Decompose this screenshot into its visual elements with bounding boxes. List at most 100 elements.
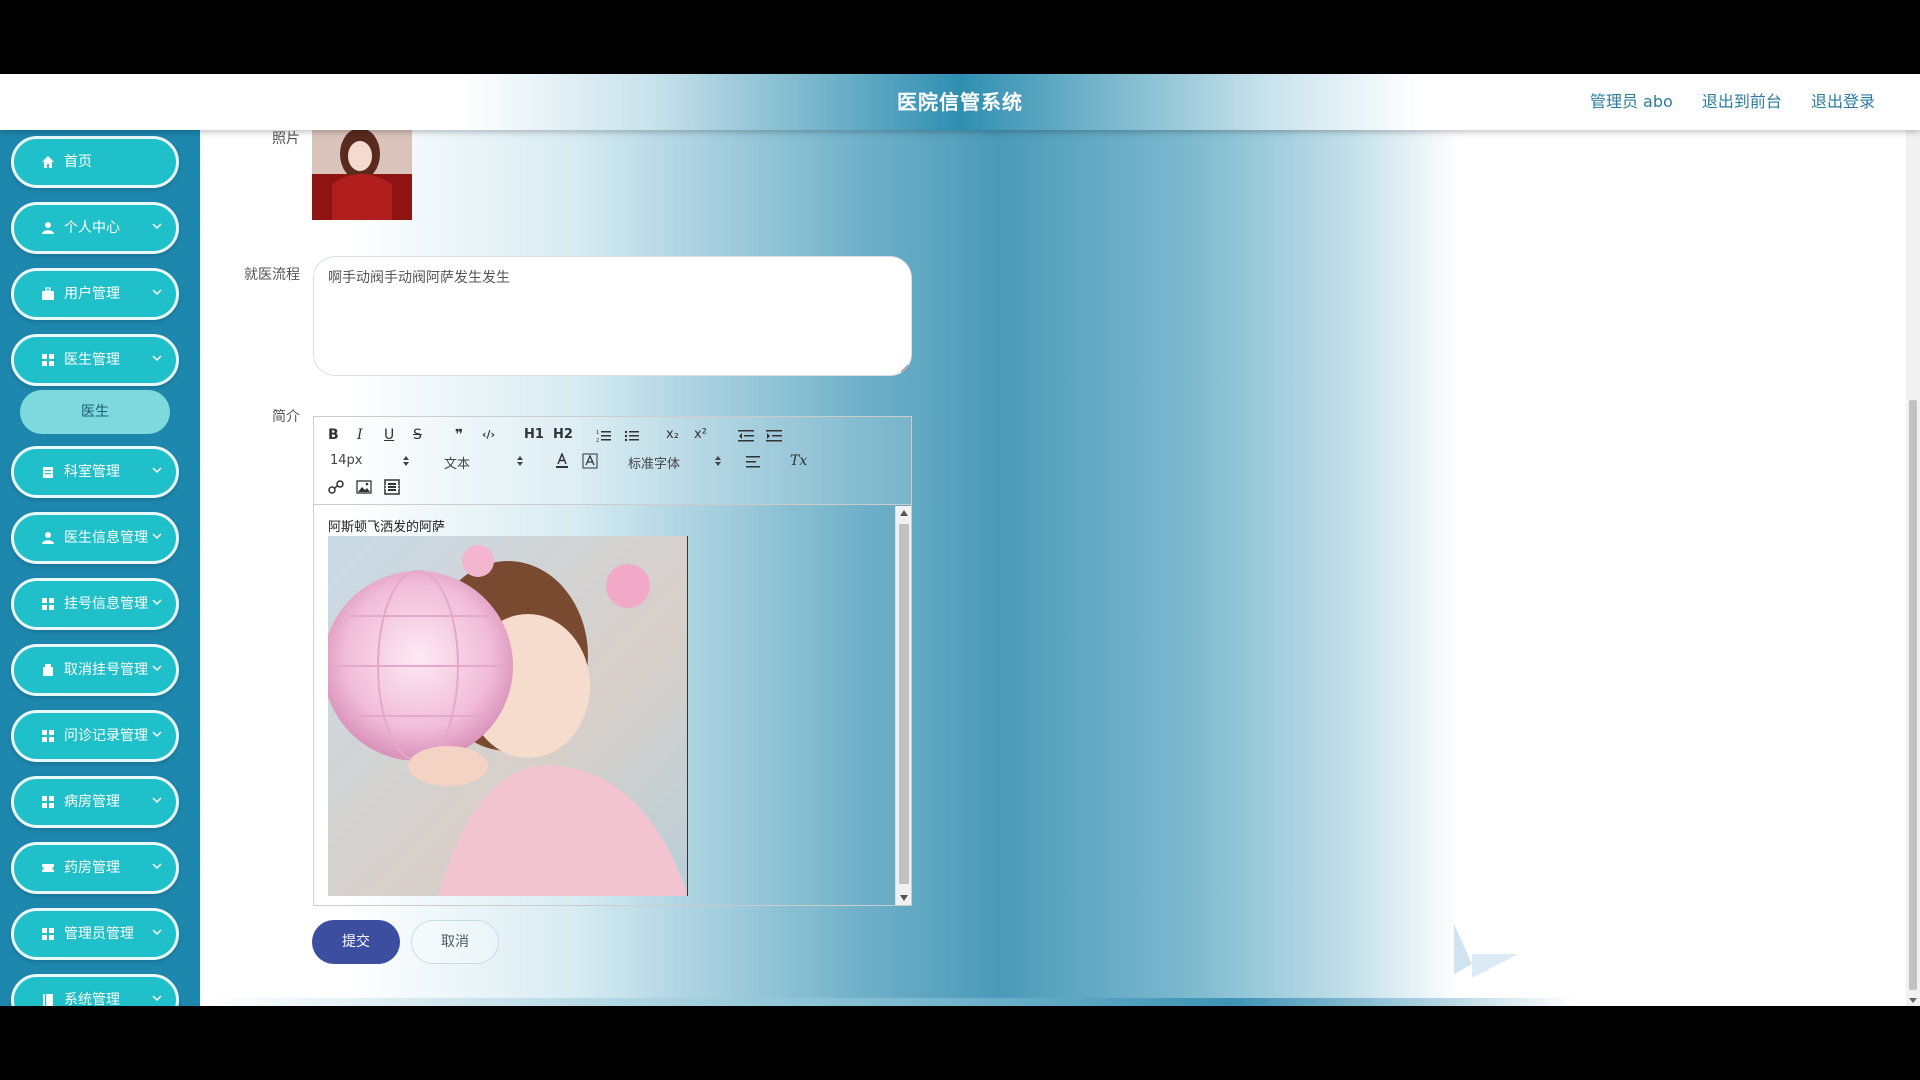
font-size-select[interactable]: 14px — [330, 453, 410, 469]
sidebar-item-user-management[interactable]: 用户管理 — [11, 268, 179, 320]
sidebar-item-label: 管理员管理 — [64, 926, 134, 942]
underline-button[interactable]: U — [384, 427, 394, 443]
chevron-down-icon — [152, 533, 162, 540]
sidebar-item-department-management[interactable]: 科室管理 — [11, 446, 179, 498]
font-color-icon[interactable] — [554, 453, 570, 469]
sidebar-item-label: 挂号信息管理 — [64, 596, 148, 612]
bullet-list-icon[interactable] — [624, 429, 640, 443]
sidebar-item-label: 个人中心 — [64, 220, 120, 236]
sidebar-item-home[interactable]: 首页 — [11, 136, 179, 188]
grid-icon — [42, 928, 54, 940]
sidebar-item-doctor-management[interactable]: 医生管理 — [11, 334, 179, 386]
sidebar-item-doctor-info-management[interactable]: 医生信息管理 — [11, 512, 179, 564]
sidebar-item-label: 医生管理 — [64, 352, 120, 368]
h1-button[interactable]: H1 — [524, 427, 544, 442]
header-value: 文本 — [444, 457, 471, 472]
sidebar-item-label: 首页 — [64, 154, 92, 170]
page-scroll-down-icon[interactable] — [1909, 998, 1917, 1003]
indent-icon[interactable] — [766, 429, 782, 443]
grid-icon — [42, 730, 54, 742]
bookmark-icon — [43, 664, 53, 676]
svg-text:1: 1 — [596, 430, 599, 436]
process-label: 就医流程 — [244, 267, 300, 283]
font-family-value: 标准字体 — [628, 457, 681, 472]
align-icon[interactable] — [746, 455, 762, 469]
font-family-select[interactable]: 标准字体 — [628, 453, 722, 472]
image-icon[interactable] — [356, 479, 372, 495]
header: 医院信管系统 管理员 abo 退出到前台 退出登录 — [0, 74, 1920, 130]
chevron-down-icon — [152, 929, 162, 936]
ordered-list-icon[interactable]: 12 — [596, 429, 612, 443]
sidebar-item-cancel-registration[interactable]: 取消挂号管理 — [11, 644, 179, 696]
logout-link[interactable]: 退出登录 — [1811, 92, 1875, 111]
ticket-icon — [42, 864, 54, 872]
sidebar-item-ward-management[interactable]: 病房管理 — [11, 776, 179, 828]
sidebar-item-label: 医生信息管理 — [64, 530, 148, 546]
outdent-icon[interactable] — [738, 429, 754, 443]
sidebar-item-label: 用户管理 — [64, 286, 120, 302]
front-link[interactable]: 退出到前台 — [1702, 92, 1782, 111]
scroll-down-icon[interactable] — [900, 895, 908, 901]
sidebar-subitem-doctor[interactable]: 医生 — [20, 390, 170, 434]
sidebar-item-label: 科室管理 — [64, 464, 120, 480]
chevron-down-icon — [152, 467, 162, 474]
process-textarea[interactable]: 啊手动阀手动阀阿萨发生发生 — [313, 256, 912, 376]
select-arrows-icon — [715, 456, 721, 466]
screen-letterbox-top — [0, 0, 1920, 74]
page-scroll-thumb[interactable] — [1909, 400, 1917, 990]
grid-icon — [42, 354, 54, 366]
intro-label: 简介 — [272, 409, 300, 425]
intro-image — [328, 536, 688, 896]
cancel-button[interactable]: 取消 — [411, 920, 499, 964]
app-window: 医院信管系统 管理员 abo 退出到前台 退出登录 首页 个人中心 用户管理 医… — [0, 74, 1920, 1006]
sidebar-item-personal-center[interactable]: 个人中心 — [11, 202, 179, 254]
sidebar-item-label: 病房管理 — [64, 794, 120, 810]
sidebar-item-admin-management[interactable]: 管理员管理 — [11, 908, 179, 960]
sidebar-item-consultation-records[interactable]: 问诊记录管理 — [11, 710, 179, 762]
select-arrows-icon — [403, 456, 409, 466]
clean-format-button[interactable]: Tx — [790, 453, 807, 469]
screen-letterbox-bottom — [0, 1006, 1920, 1080]
scroll-thumb[interactable] — [899, 524, 909, 884]
select-arrows-icon — [517, 456, 523, 466]
video-icon[interactable] — [384, 479, 400, 495]
strike-button[interactable]: S — [413, 427, 422, 443]
editor-content[interactable]: 阿斯顿飞洒发的阿萨 — [314, 506, 894, 905]
superscript-button[interactable]: x² — [694, 427, 707, 442]
submit-button[interactable]: 提交 — [312, 920, 400, 964]
photo-label: 照片 — [272, 131, 300, 147]
play-logo-icon — [1454, 924, 1518, 978]
editor-toolbar: B I U S ❞ ‹/› H1 H2 12 x₂ x² 14px 文本 标准字… — [314, 417, 911, 505]
sidebar: 首页 个人中心 用户管理 医生管理 医生 科室管理 医生信息管理 挂号信息管理 … — [0, 130, 200, 1006]
rich-text-editor: B I U S ❞ ‹/› H1 H2 12 x₂ x² 14px 文本 标准字… — [313, 416, 912, 906]
link-icon[interactable] — [328, 479, 344, 495]
blockquote-button[interactable]: ❞ — [455, 427, 463, 443]
page-scrollbar[interactable] — [1906, 130, 1920, 1006]
h2-button[interactable]: H2 — [553, 427, 573, 442]
user-icon — [42, 532, 54, 544]
process-text: 啊手动阀手动阀阿萨发生发生 — [328, 270, 510, 286]
header-select[interactable]: 文本 — [444, 453, 524, 472]
home-icon — [42, 156, 54, 168]
chevron-down-icon — [152, 665, 162, 672]
sidebar-item-pharmacy-management[interactable]: 药房管理 — [11, 842, 179, 894]
briefcase-icon — [42, 287, 54, 300]
resize-handle-icon[interactable] — [899, 363, 909, 373]
sidebar-item-registration-management[interactable]: 挂号信息管理 — [11, 578, 179, 630]
sidebar-item-system-management[interactable]: 系统管理 — [11, 974, 179, 1006]
doctor-photo — [312, 124, 412, 220]
bottom-strip — [200, 998, 1920, 1006]
bold-button[interactable]: B — [328, 427, 339, 443]
lantern-photo — [328, 536, 687, 896]
editor-scrollbar[interactable] — [895, 506, 911, 905]
sidebar-item-label: 药房管理 — [64, 860, 120, 876]
italic-button[interactable]: I — [357, 427, 363, 443]
code-block-button[interactable]: ‹/› — [482, 428, 495, 441]
sidebar-item-label: 取消挂号管理 — [64, 662, 148, 678]
chevron-down-icon — [152, 995, 162, 1002]
portrait-image — [312, 124, 412, 220]
background-color-icon[interactable] — [582, 453, 598, 469]
book-icon — [43, 994, 53, 1006]
subscript-button[interactable]: x₂ — [666, 427, 679, 442]
scroll-up-icon[interactable] — [900, 510, 908, 516]
